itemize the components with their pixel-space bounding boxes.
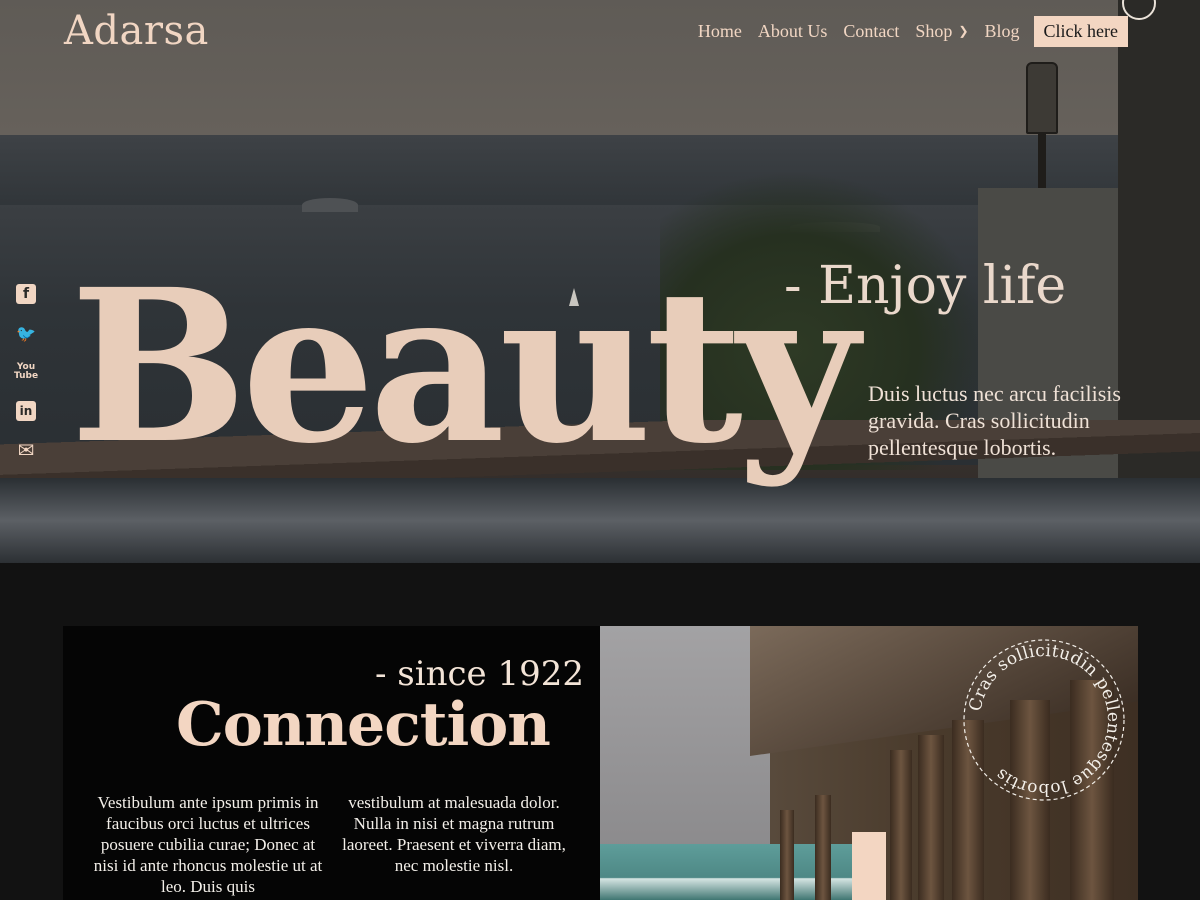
since-label: - since 1922: [375, 654, 585, 694]
hero-description: Duis luctus nec arcu facilisis gravida. …: [868, 381, 1121, 460]
youtube-icon-bottom: Tube: [13, 371, 39, 381]
nav-item-about-us[interactable]: About Us: [758, 17, 828, 47]
mail-icon[interactable]: ✉: [16, 438, 36, 462]
pier-post-shape: [890, 750, 912, 900]
sky-shape: [600, 626, 770, 846]
about-text-column-2: vestibulum at malesuada dolor. Nulla in …: [342, 793, 566, 875]
hero-title: Beauty: [70, 243, 859, 490]
about-text-column-1: Vestibulum ante ipsum primis in faucibus…: [93, 793, 323, 896]
site-logo[interactable]: Adarsa: [64, 8, 209, 54]
nav-item-shop[interactable]: Shop ❯: [915, 17, 968, 47]
pier-post-shape: [815, 795, 831, 900]
about-heading: Connection: [176, 690, 551, 760]
circular-stamp-graphic: Cras sollicitudin pellentesque lobortis: [963, 639, 1125, 801]
nav-item-shop-label: Shop: [915, 21, 953, 41]
hero-subtitle: - Enjoy life: [784, 256, 1067, 316]
circular-stamp: Cras sollicitudin pellentesque lobortis: [960, 636, 1128, 804]
pier-post-shape: [780, 810, 794, 900]
chevron-down-icon: ❯: [958, 24, 969, 38]
island-shape: [302, 198, 358, 212]
youtube-icon[interactable]: You Tube: [13, 362, 39, 382]
pool-water: [0, 478, 1200, 563]
stamp-text: Cras sollicitudin pellentesque lobortis: [966, 641, 1124, 799]
nav-item-contact[interactable]: Contact: [843, 17, 899, 47]
nav-item-blog[interactable]: Blog: [985, 17, 1020, 47]
twitter-icon[interactable]: 🐦: [16, 323, 36, 343]
click-here-button[interactable]: Click here: [1033, 16, 1128, 47]
linkedin-icon[interactable]: in: [16, 401, 36, 421]
lamp-shape: [1022, 54, 1062, 188]
hero-section: Adarsa Home About Us Contact Shop ❯ Blog…: [0, 0, 1200, 563]
social-links: f 🐦 You Tube in ✉: [13, 284, 39, 479]
main-nav: Home About Us Contact Shop ❯ Blog Click …: [682, 16, 1128, 47]
pier-post-shape: [918, 735, 944, 900]
facebook-icon[interactable]: f: [16, 284, 36, 304]
accent-bar: [852, 832, 886, 900]
nav-item-home[interactable]: Home: [698, 17, 742, 47]
